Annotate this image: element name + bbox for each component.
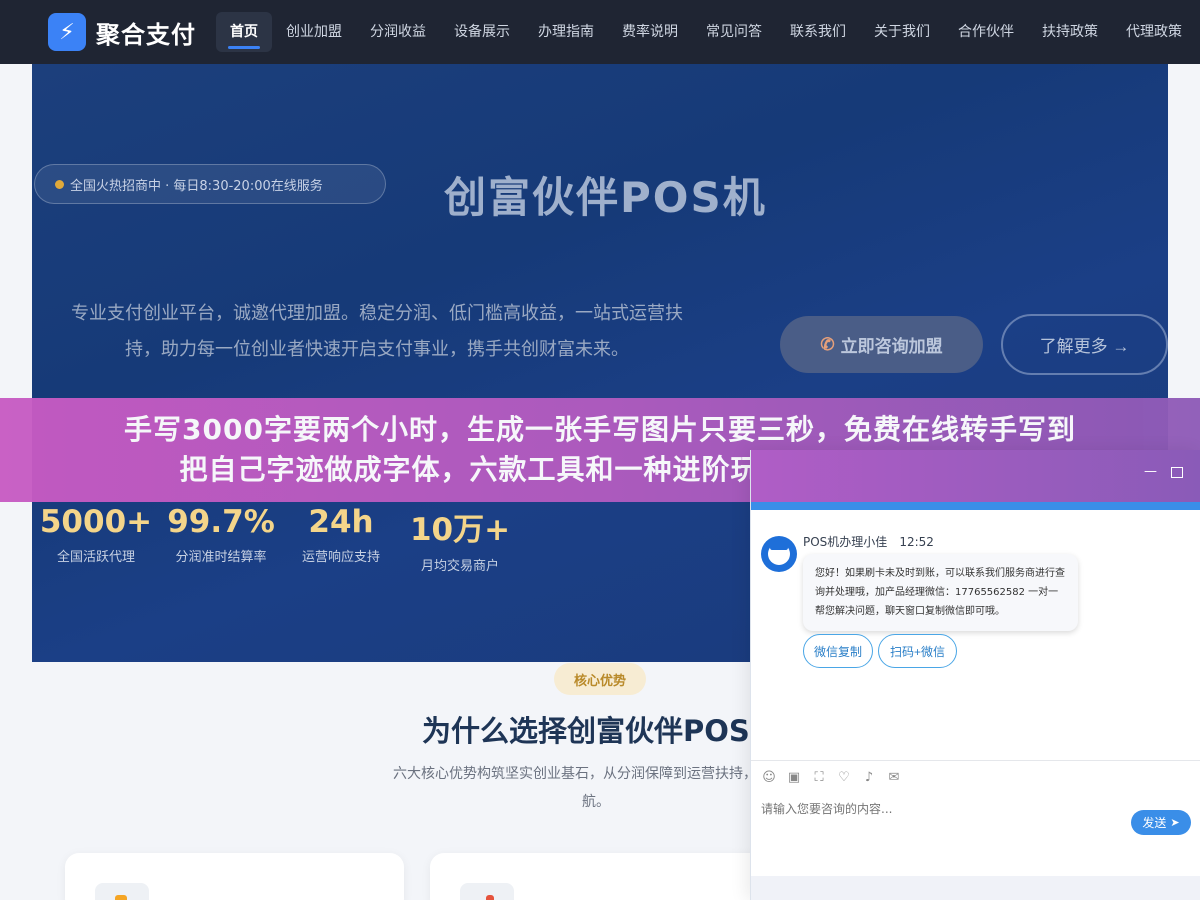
stat-label: 月均交易商户 [420,559,499,574]
lightning-icon: ⚡ [48,13,86,51]
nav-item-guide[interactable]: 办理指南 [524,12,608,52]
send-button[interactable]: 发送 ➤ [1131,810,1191,835]
stat-label: 运营响应支持 [301,550,380,565]
nav-item-devices[interactable]: 设备展示 [440,12,524,52]
status-dot-icon [55,179,64,189]
agent-avatar [761,536,797,572]
recruit-status-pill: 全国火热招商中 · 每日8:30-20:00在线服务 [34,164,386,204]
chat-header: — [751,450,1200,502]
stat-value: 10万+ [409,512,511,548]
nav-item-faq[interactable]: 常见问答 [692,12,776,52]
emoji-icon[interactable]: ☺ [761,770,777,786]
scan-wechat-button[interactable]: 扫码+微信 [878,634,957,668]
stat-active-agents: 5000+ 全国活跃代理 [32,504,160,574]
wechat-icon[interactable]: ✉ [886,770,902,786]
nav-item-about[interactable]: 关于我们 [860,12,944,52]
chat-divider [751,760,1200,761]
stats-row: 5000+ 全国活跃代理 99.7% 分润准时结算率 24h 运营响应支持 10… [32,504,520,574]
agent-name: POS机办理小佳 [803,535,888,549]
chat-widget: — POS机办理小佳 12:52 您好！如果刷卡未及时到账，可以联系我们服务商进行… [750,450,1200,900]
consult-join-label: 立即咨询加盟 [840,337,943,356]
learn-more-button[interactable]: 了解更多 → [1001,314,1168,375]
message-time: 12:52 [899,535,934,549]
maximize-icon[interactable] [1171,467,1183,478]
nav-item-rates[interactable]: 费率说明 [608,12,692,52]
site-logo[interactable]: ⚡ 聚合支付 [48,13,196,51]
chat-header-accent [751,502,1200,510]
send-label: 发送 [1142,816,1167,830]
stat-value: 24h [308,504,374,540]
stat-value: 99.7% [167,504,275,540]
banner-line-1: 手写3000字要两个小时，生成一张手写图片只要三秒，免费在线转手写到 [124,413,1076,446]
nav-item-partners[interactable]: 合作伙伴 [944,12,1028,52]
recruit-status-text: 全国火热招商中 · 每日8:30-20:00在线服务 [70,178,323,194]
nav-item-support-policy[interactable]: 扶持政策 [1028,12,1112,52]
logo-text: 聚合支付 [96,20,196,49]
nav-item-home[interactable]: 首页 [216,12,272,52]
send-arrow-icon: ➤ [1170,817,1180,829]
chat-message-input[interactable] [761,802,1121,816]
hero-desc-line-1: 专业支付创业平台，诚邀代理加盟。稳定分润、低门槛高收益，一站式运营扶 [71,303,683,324]
nav-item-profit[interactable]: 分润收益 [356,12,440,52]
chat-toolbar: ☺ ▣ ⛶ ♡ ♪ ✉ [761,770,911,786]
section-title: 为什么选择创富伙伴POS [422,714,750,748]
agent-message-bubble: 您好！如果刷卡未及时到账，可以联系我们服务商进行查询并处理哦，加产品经理微信：1… [803,554,1078,631]
nav-item-agent-policy[interactable]: 代理政策 [1112,12,1196,52]
sound-icon[interactable]: ♪ [861,770,877,786]
stat-settlement-rate: 99.7% 分润准时结算率 [160,504,282,574]
agent-info: POS机办理小佳 12:52 [803,533,934,550]
stat-response-time: 24h 运营响应支持 [282,504,400,574]
hero-description: 专业支付创业平台，诚邀代理加盟。稳定分润、低门槛高收益，一站式运营扶 持，助力每… [32,296,722,368]
advantage-card-icon [460,883,514,900]
advantage-card-icon [95,883,149,900]
stat-label: 分润准时结算率 [175,550,267,565]
screenshot-icon[interactable]: ⛶ [811,770,827,786]
agent-face-icon [768,541,790,565]
consult-join-button[interactable]: ✆ 立即咨询加盟 [780,316,983,373]
main-nav: 首页 创业加盟 分润收益 设备展示 办理指南 费率说明 常见问答 联系我们 关于… [216,0,1196,64]
advantage-card[interactable] [65,853,404,900]
rating-icon[interactable]: ♡ [836,770,852,786]
image-icon[interactable]: ▣ [786,770,802,786]
phone-icon: ✆ [820,334,835,354]
minimize-icon[interactable]: — [1144,464,1157,479]
advantage-card[interactable] [430,853,769,900]
nav-item-franchise[interactable]: 创业加盟 [272,12,356,52]
copy-wechat-button[interactable]: 微信复制 [803,634,873,668]
stat-value: 5000+ [39,504,153,540]
core-advantage-tag: 核心优势 [554,663,646,695]
hero-desc-line-2: 持，助力每一位创业者快速开启支付事业，携手共创财富未来。 [125,339,629,360]
top-nav-bar: ⚡ 聚合支付 首页 创业加盟 分润收益 设备展示 办理指南 费率说明 常见问答 … [0,0,1200,64]
hero-title: 创富伙伴POS机 [444,173,767,222]
stat-label: 全国活跃代理 [56,550,135,565]
nav-item-contact[interactable]: 联系我们 [776,12,860,52]
chat-footer [751,876,1200,900]
stat-monthly-merchants: 10万+ 月均交易商户 [400,504,520,574]
